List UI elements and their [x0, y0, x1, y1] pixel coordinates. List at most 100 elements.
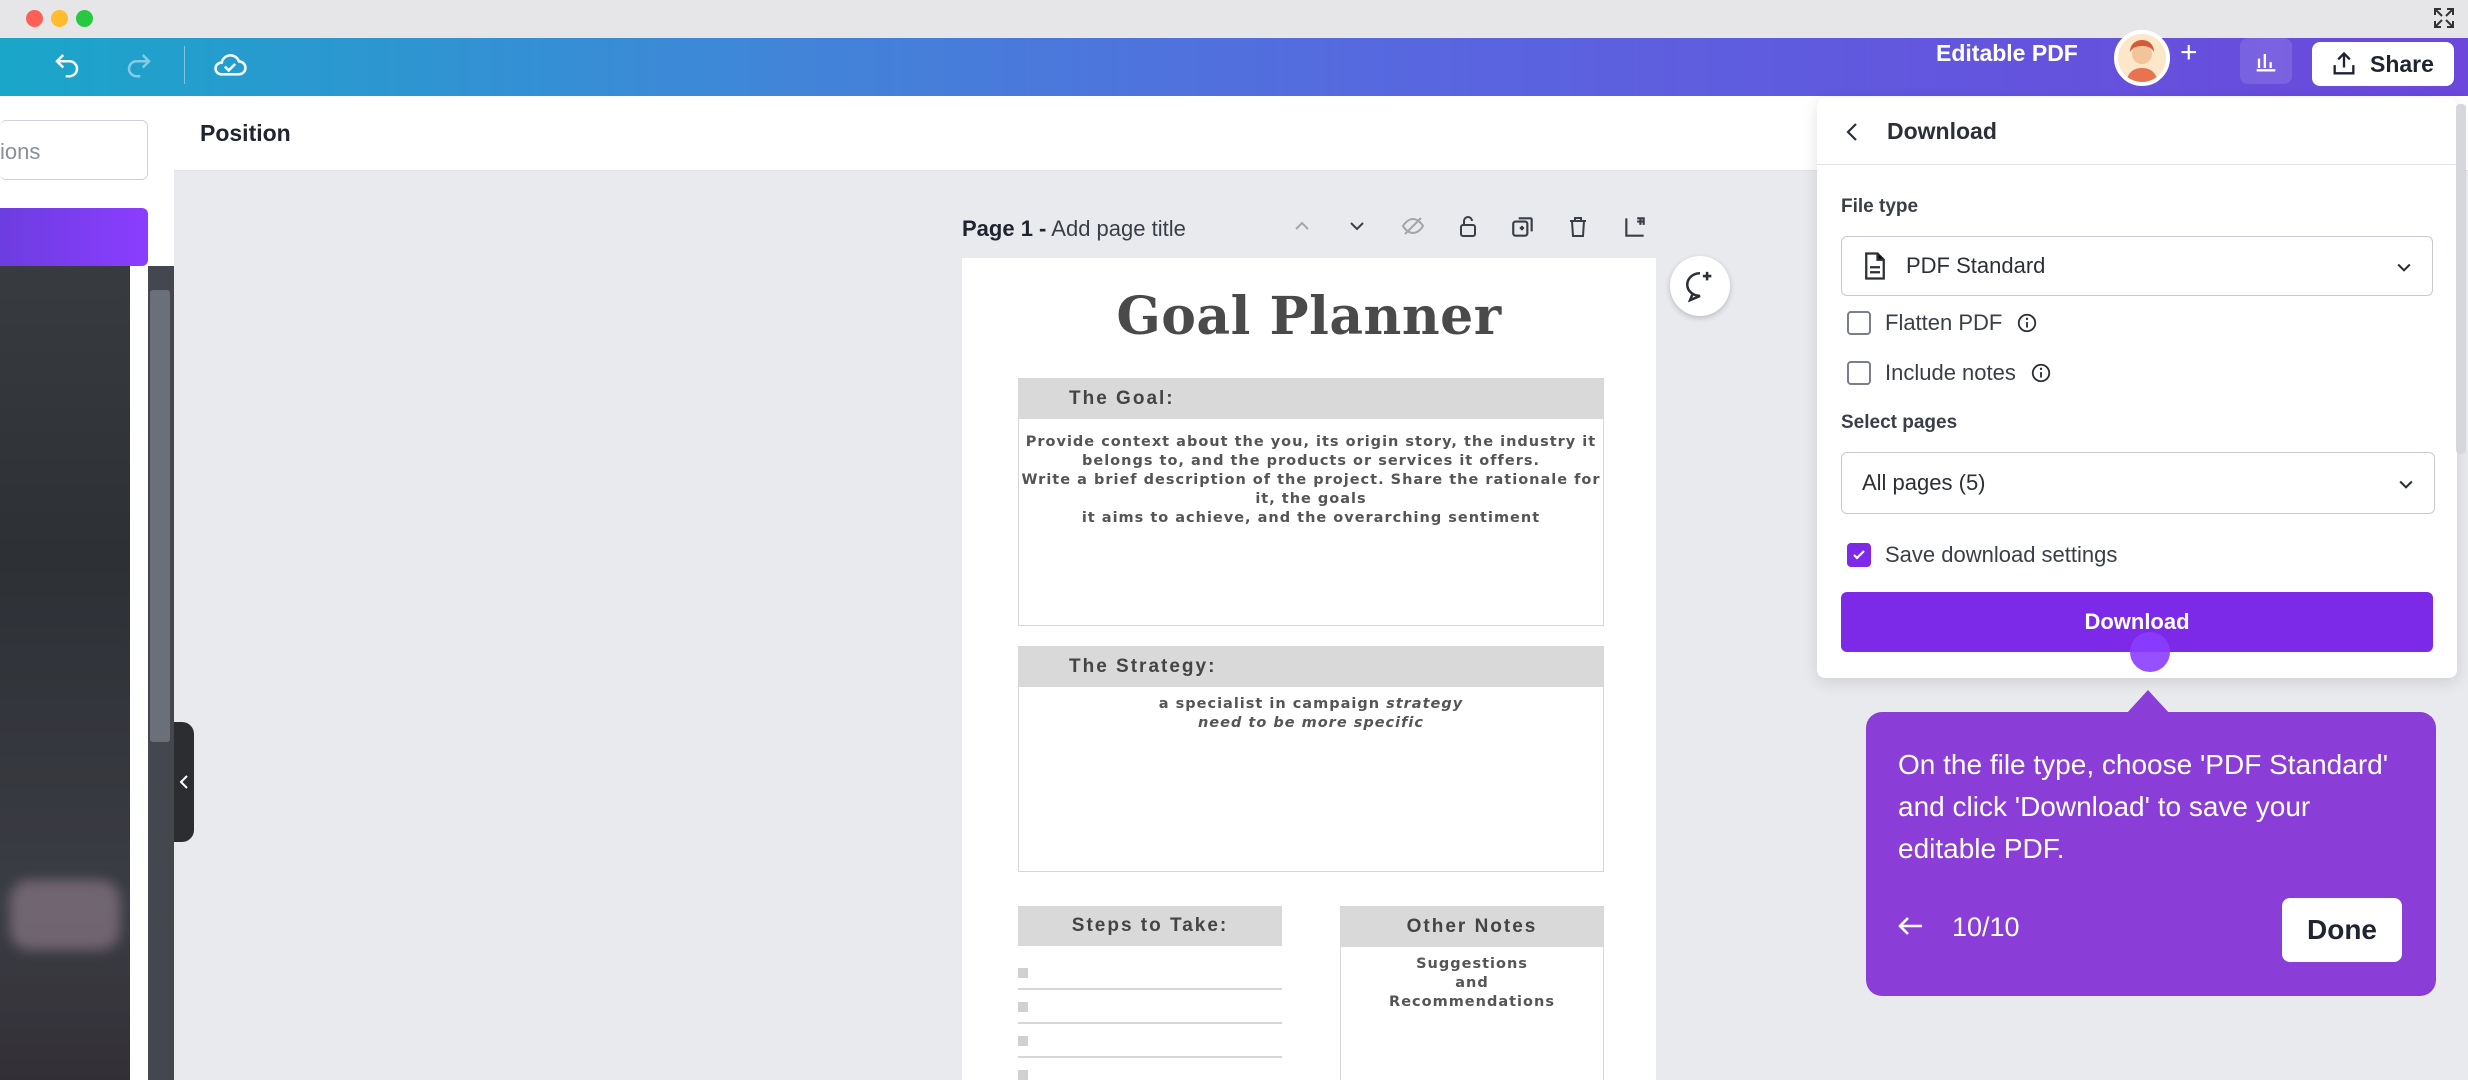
duplicate-page-icon[interactable]: [1510, 214, 1536, 245]
editor-topbar: [0, 38, 2468, 96]
arrow-left-icon: [1896, 914, 1926, 938]
save-settings-checkbox[interactable]: [1847, 543, 1871, 567]
share-button[interactable]: Share: [2312, 42, 2454, 86]
lock-icon[interactable]: [1456, 214, 1480, 245]
bar-chart-icon: [2251, 47, 2281, 75]
comment-plus-icon: [1683, 269, 1717, 303]
strategy-section[interactable]: The Strategy: a specialist in campaign s…: [1018, 646, 1604, 872]
chevron-down-icon: [2396, 474, 2416, 494]
panel-title: Download: [1887, 118, 1997, 145]
goal-heading: The Goal:: [1019, 379, 1603, 419]
notes-body: Suggestions and Recommendations: [1341, 947, 1603, 1012]
goal-line: Write a brief description of the project…: [1019, 471, 1603, 490]
file-type-select[interactable]: PDF Standard: [1841, 236, 2433, 296]
chevron-up-icon[interactable]: [1290, 214, 1314, 243]
select-pages-value: All pages (5): [1862, 470, 1986, 496]
step-checkbox: [1018, 968, 1028, 978]
notes-line: and: [1341, 974, 1603, 993]
add-comment-button[interactable]: [1670, 256, 1730, 316]
design-page[interactable]: Goal Planner The Goal: Provide context a…: [962, 258, 1656, 1080]
hide-page-icon[interactable]: [1400, 214, 1426, 243]
steps-section[interactable]: Steps to Take:: [1018, 906, 1282, 1080]
window-titlebar: [0, 0, 2468, 39]
checkmark-icon: [1851, 547, 1867, 563]
panel-scrollbar[interactable]: [2456, 104, 2466, 454]
tooltip-arrow: [2126, 690, 2170, 714]
delete-page-icon[interactable]: [1566, 214, 1590, 245]
step-checkbox: [1018, 1036, 1028, 1046]
share-label: Share: [2370, 51, 2434, 78]
chevron-left-icon: [179, 774, 189, 790]
add-page-icon[interactable]: [1622, 214, 1648, 245]
download-panel: Download File type PDF Standard Flatten …: [1817, 98, 2457, 678]
page-number: Page 1 -: [962, 216, 1046, 241]
step-checkbox: [1018, 1002, 1028, 1012]
step-checkbox: [1018, 1070, 1028, 1080]
goal-section[interactable]: The Goal: Provide context about the you,…: [1018, 378, 1604, 626]
info-icon[interactable]: [2016, 312, 2038, 334]
goal-body: Provide context about the you, its origi…: [1019, 419, 1603, 528]
goal-line: belongs to, and the products or services…: [1019, 452, 1603, 471]
goal-line: it aims to achieve, and the overarching …: [1019, 509, 1603, 528]
document-icon: [1862, 251, 1888, 281]
tutorial-tooltip: On the file type, choose 'PDF Standard' …: [1866, 712, 2436, 996]
undo-icon[interactable]: [52, 50, 82, 85]
flatten-pdf-label: Flatten PDF: [1885, 310, 2002, 336]
tooltip-step-counter: 10/10: [1952, 912, 2020, 943]
position-button[interactable]: Position: [200, 120, 291, 147]
step-line: [1018, 1022, 1282, 1024]
minimize-window-button[interactable]: [51, 10, 68, 27]
chevron-left-icon: [1841, 120, 1865, 144]
chevron-down-icon: [2394, 257, 2414, 277]
save-settings-label: Save download settings: [1885, 542, 2117, 568]
cloud-saved-icon[interactable]: [212, 48, 248, 85]
insights-button[interactable]: [2240, 38, 2292, 84]
page-header[interactable]: Page 1 - Add page title: [962, 216, 1186, 242]
steps-heading: Steps to Take:: [1018, 906, 1282, 946]
strategy-line: a specialist in campaign strategy: [1019, 695, 1603, 714]
chevron-down-icon[interactable]: [1345, 214, 1369, 243]
notes-section[interactable]: Other Notes Suggestions and Recommendati…: [1340, 906, 1604, 1080]
sidebar-selected-item[interactable]: [0, 208, 148, 266]
doc-title[interactable]: Goal Planner: [962, 286, 1656, 347]
tutorial-hotspot: [2130, 632, 2170, 672]
include-notes-option[interactable]: Include notes: [1847, 360, 2052, 386]
collapse-panel-button[interactable]: [174, 722, 194, 842]
include-notes-checkbox[interactable]: [1847, 361, 1871, 385]
panel-divider: [1817, 164, 2457, 165]
sidebar-scroll-thumb[interactable]: [150, 290, 170, 742]
include-notes-label: Include notes: [1885, 360, 2016, 386]
step-line: [1018, 988, 1282, 990]
page-title-placeholder[interactable]: Add page title: [1051, 216, 1186, 241]
notes-heading: Other Notes: [1341, 907, 1603, 947]
fullscreen-icon[interactable]: [2432, 6, 2456, 35]
goal-line: it, the goals: [1019, 490, 1603, 509]
search-input[interactable]: ions: [0, 120, 148, 180]
file-type-label: File type: [1841, 196, 1918, 218]
select-pages-dropdown[interactable]: All pages (5): [1841, 452, 2435, 514]
save-settings-option[interactable]: Save download settings: [1847, 542, 2117, 568]
close-window-button[interactable]: [26, 10, 43, 27]
flatten-pdf-option[interactable]: Flatten PDF: [1847, 310, 2038, 336]
goal-line: Provide context about the you, its origi…: [1019, 433, 1603, 452]
done-button[interactable]: Done: [2282, 898, 2402, 962]
flatten-pdf-checkbox[interactable]: [1847, 311, 1871, 335]
back-button[interactable]: [1841, 120, 1865, 149]
blurred-thumbnail: [10, 880, 120, 950]
strategy-line: need to be more specific: [1019, 714, 1603, 733]
document-title[interactable]: Editable PDF: [1936, 40, 2078, 67]
strategy-heading: The Strategy:: [1019, 647, 1603, 687]
notes-line: Recommendations: [1341, 993, 1603, 1012]
notes-line: Suggestions: [1341, 955, 1603, 974]
select-pages-label: Select pages: [1841, 412, 1957, 434]
maximize-window-button[interactable]: [76, 10, 93, 27]
add-collaborator-button[interactable]: +: [2180, 36, 2198, 70]
share-icon: [2330, 50, 2358, 78]
strategy-body: a specialist in campaign strategy need t…: [1019, 687, 1603, 733]
avatar[interactable]: [2114, 30, 2170, 86]
tooltip-back-button[interactable]: [1896, 914, 1926, 943]
toolbar-divider: [184, 46, 185, 84]
info-icon[interactable]: [2030, 362, 2052, 384]
redo-icon[interactable]: [124, 50, 154, 85]
step-line: [1018, 1056, 1282, 1058]
